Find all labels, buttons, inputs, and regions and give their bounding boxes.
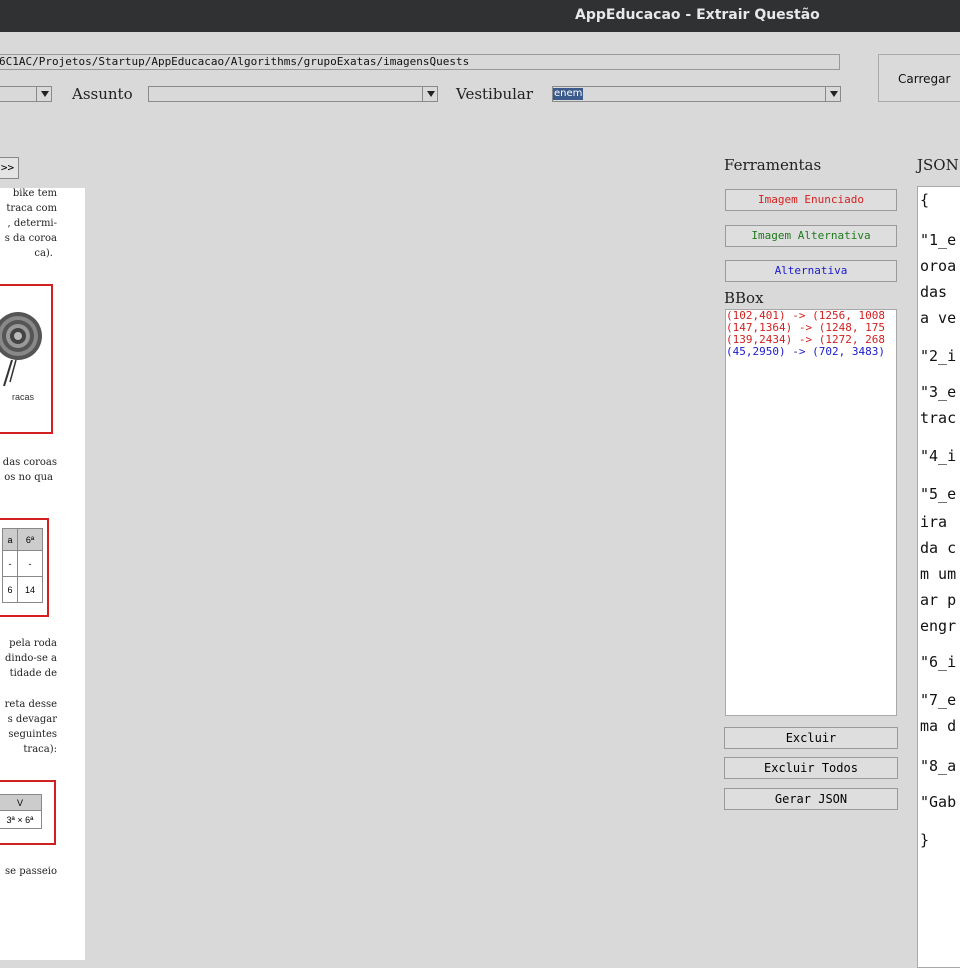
doc-text-line: s da coroa	[4, 233, 57, 244]
table-cell: -	[17, 550, 43, 577]
delete-button[interactable]: Excluir	[724, 727, 898, 749]
bbox-list[interactable]: (102,401) -> (1256, 1008 (147,1364) -> (…	[725, 309, 897, 716]
json-line: {	[920, 191, 930, 209]
bbox-heading: BBox	[724, 289, 764, 307]
gear-image-caption: racas	[12, 392, 35, 402]
doc-text-line: das coroas	[2, 457, 57, 468]
json-line: "3_e	[920, 383, 957, 401]
window-title: AppEducacao - Extrair Questão	[575, 7, 820, 23]
table-image-bbox: a 6ª - - 6 14	[0, 518, 49, 617]
json-line: engr	[920, 617, 957, 635]
doc-text-line: dindo-se a	[4, 653, 57, 664]
json-text-area[interactable]: { "1_e oroa das a ve "2_i "3_e trac "4_i…	[917, 186, 960, 968]
load-button[interactable]: Carregar	[878, 54, 960, 102]
json-line: "4_i	[920, 447, 957, 465]
combo-separator	[422, 87, 423, 101]
alternative-button[interactable]: Alternativa	[725, 260, 897, 282]
table-cell: -	[2, 550, 18, 577]
chevron-down-icon	[830, 91, 838, 97]
assunto-combo[interactable]	[148, 86, 438, 102]
json-line: oroa	[920, 257, 957, 275]
alternative-image-bbox: V 3ª × 6ª	[0, 780, 56, 845]
table-header-cell: 6ª	[17, 528, 43, 551]
doc-text-line: s devagar	[7, 714, 57, 725]
json-line: "2_i	[920, 347, 957, 365]
gear-table: a 6ª - - 6 14	[2, 528, 43, 603]
json-line: ira	[920, 513, 948, 531]
table-cell: 6	[2, 576, 18, 603]
tools-heading: Ferramentas	[724, 156, 822, 174]
assunto-label: Assunto	[72, 85, 133, 103]
doc-text-line: traca com	[6, 203, 57, 214]
generate-json-button[interactable]: Gerar JSON	[724, 788, 898, 810]
image-alternative-button[interactable]: Imagem Alternativa	[725, 225, 897, 247]
alternative-table: V 3ª × 6ª	[0, 794, 42, 829]
json-line: das	[920, 283, 948, 301]
chevron-down-icon	[427, 91, 435, 97]
chevron-down-icon	[41, 91, 49, 97]
table-header-cell: V	[0, 794, 42, 811]
doc-text-line: reta desse	[4, 699, 57, 710]
table-cell: 3ª × 6ª	[0, 810, 42, 829]
bike-gear-image	[0, 312, 42, 387]
doc-text-line: os no qua	[4, 472, 53, 483]
doc-text-line: se passeio	[5, 866, 57, 877]
vestibular-label: Vestibular	[456, 85, 534, 103]
statement-image-bbox: racas	[0, 284, 53, 434]
table-cell: 14	[17, 576, 43, 603]
json-line: "8_a	[920, 757, 957, 775]
table-header-cell: a	[2, 528, 18, 551]
json-line: "5_e	[920, 485, 957, 503]
vestibular-combo[interactable]: enem	[552, 86, 841, 102]
json-line: }	[920, 831, 930, 849]
vestibular-combo-value: enem	[553, 88, 584, 100]
combo-separator	[36, 87, 37, 101]
combo-separator	[825, 87, 826, 101]
json-line: ma d	[920, 717, 957, 735]
json-line: "1_e	[920, 231, 957, 249]
question-image-viewer[interactable]: bike tem traca com , determi- s da coroa…	[0, 188, 85, 960]
json-heading: JSON	[917, 156, 959, 174]
doc-text-line: , determi-	[7, 218, 57, 229]
json-line: trac	[920, 409, 957, 427]
doc-text-line: tidade de	[9, 668, 57, 679]
path-field[interactable]: 6C1AC/Projetos/Startup/AppEducacao/Algor…	[0, 54, 840, 70]
title-bar: AppEducacao - Extrair Questão	[0, 0, 960, 32]
delete-all-button[interactable]: Excluir Todos	[724, 757, 898, 779]
image-statement-button[interactable]: Imagem Enunciado	[725, 189, 897, 211]
doc-text-line: seguintes	[8, 729, 57, 740]
next-page-button[interactable]: >>	[0, 157, 19, 179]
bbox-item[interactable]: (45,2950) -> (702, 3483)	[726, 346, 896, 358]
json-line: a ve	[920, 309, 957, 327]
doc-text-line: traca):	[23, 744, 57, 755]
json-line: ar p	[920, 591, 957, 609]
doc-text-line: ca).	[34, 248, 53, 259]
doc-text-line: bike tem	[12, 188, 57, 199]
json-line: "Gab	[920, 793, 957, 811]
doc-text-line: pela roda	[9, 638, 57, 649]
json-line: "7_e	[920, 691, 957, 709]
json-line: m um	[920, 565, 957, 583]
first-combo[interactable]	[0, 86, 52, 102]
json-line: "6_i	[920, 653, 957, 671]
json-line: da c	[920, 539, 957, 557]
